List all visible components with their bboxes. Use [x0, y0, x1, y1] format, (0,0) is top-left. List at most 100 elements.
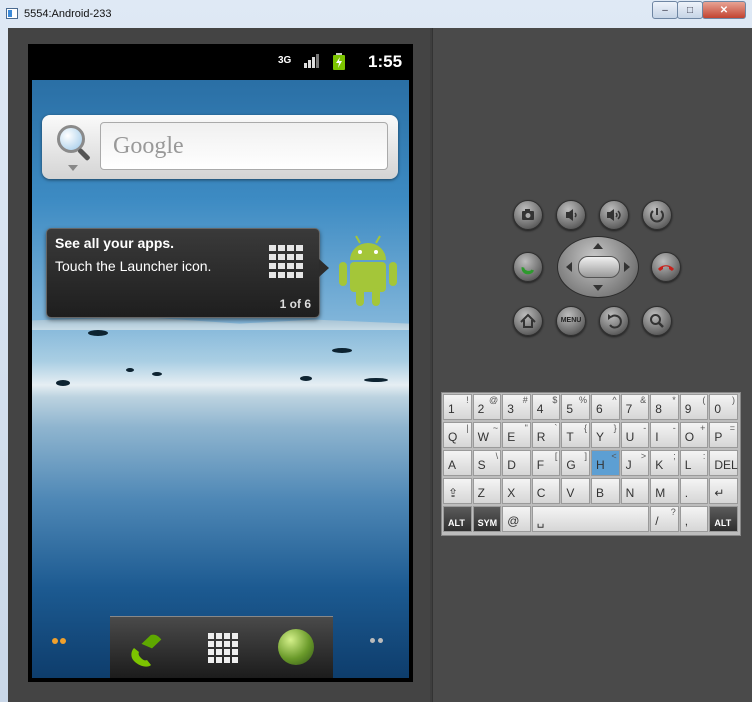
dpad-down-icon[interactable] [593, 285, 603, 291]
key-i[interactable]: I- [650, 422, 679, 448]
dpad[interactable] [557, 236, 639, 298]
search-icon[interactable] [57, 125, 91, 162]
rock [332, 348, 352, 353]
key-main-label: Z [477, 486, 485, 500]
key-k[interactable]: K; [650, 450, 679, 476]
key-u[interactable]: U- [620, 422, 650, 448]
key-main-label: 7 [625, 402, 633, 416]
key-j[interactable]: J > [620, 450, 650, 476]
key-a[interactable]: A [443, 450, 472, 476]
key-main-label: I [655, 430, 659, 444]
app-grid-icon [269, 245, 303, 279]
close-button[interactable]: ✕ [702, 1, 746, 19]
search-input[interactable] [101, 123, 387, 169]
chevron-down-icon[interactable] [68, 165, 78, 171]
back-button[interactable] [599, 306, 629, 336]
menu-button[interactable]: MENU [556, 306, 586, 336]
launcher-tip[interactable]: See all your apps. Touch the Launcher ic… [46, 228, 329, 318]
title-bar[interactable]: 5554:Android-233 – □ ✕ [0, 0, 752, 28]
alt-key[interactable]: ALT [443, 506, 472, 532]
enter-key[interactable]: ↵ [709, 478, 738, 504]
key-9[interactable]: 9( [679, 394, 709, 420]
dpad-center-button[interactable] [578, 256, 620, 278]
maximize-button[interactable]: □ [677, 1, 703, 19]
key-q[interactable]: Q | [443, 422, 472, 448]
dpad-up-icon[interactable] [593, 243, 603, 249]
key-c[interactable]: C [531, 478, 561, 504]
key-r[interactable]: R ` [531, 422, 561, 448]
key-shift-label: ? [670, 507, 676, 517]
key-2[interactable]: 2 @ [472, 394, 502, 420]
key-shift-label: @ [489, 395, 499, 405]
volume-up-button[interactable] [599, 200, 629, 230]
search-hw-button[interactable] [642, 306, 672, 336]
camera-icon [522, 209, 534, 220]
key-b[interactable]: B [591, 478, 620, 504]
space-key[interactable]: ␣ [531, 506, 650, 532]
browser-globe-icon[interactable] [278, 629, 314, 665]
home-icon [520, 313, 536, 328]
key-w[interactable]: W ~ [472, 422, 502, 448]
key-g[interactable]: G] [561, 450, 590, 476]
key-symbol[interactable]: @ [502, 506, 531, 532]
key-p[interactable]: P = [709, 422, 738, 448]
alt-key[interactable]: ALT [709, 506, 738, 532]
key-main-label: B [596, 486, 605, 500]
key-main-label: P [714, 430, 723, 444]
key-symbol[interactable]: , [679, 506, 709, 532]
key-v[interactable]: V [561, 478, 590, 504]
sym-key[interactable]: SYM [472, 506, 502, 532]
key-8[interactable]: 8 * [650, 394, 679, 420]
power-button[interactable] [642, 200, 672, 230]
dpad-left-icon[interactable] [566, 262, 572, 272]
key-shift-label: " [524, 423, 528, 433]
rock [152, 372, 162, 376]
end-call-button[interactable] [651, 252, 681, 282]
phone-icon[interactable] [128, 631, 164, 667]
key-1[interactable]: 1! [443, 394, 472, 420]
shift-key[interactable]: ⇪ [443, 478, 472, 504]
volume-down-button[interactable] [556, 200, 586, 230]
key-4[interactable]: 4 $ [531, 394, 561, 420]
key-s[interactable]: S \ [472, 450, 502, 476]
launcher-icon[interactable] [208, 633, 238, 663]
key-l[interactable]: L: [679, 450, 709, 476]
key-shift-label: ^ [612, 395, 617, 405]
dpad-right-icon[interactable] [624, 262, 630, 272]
key-main-label: 4 [536, 402, 544, 416]
key-5[interactable]: 5% [561, 394, 590, 420]
key-main-label: SYM [477, 518, 498, 528]
camera-button[interactable] [513, 200, 543, 230]
key-f[interactable]: F[ [531, 450, 561, 476]
key-t[interactable]: T{ [561, 422, 590, 448]
key-n[interactable]: N [620, 478, 650, 504]
minimize-button[interactable]: – [652, 1, 678, 19]
delete-key[interactable]: DEL [709, 450, 738, 476]
search-box[interactable] [100, 122, 388, 170]
key-e[interactable]: E " [502, 422, 531, 448]
key-symbol[interactable]: . [679, 478, 709, 504]
key-o[interactable]: O + [679, 422, 709, 448]
google-search-widget[interactable] [42, 115, 398, 179]
key-y[interactable]: Y} [591, 422, 620, 448]
signal-icon [304, 54, 319, 68]
key-m[interactable]: M [650, 478, 679, 504]
key-0[interactable]: 0) [709, 394, 738, 420]
key-x[interactable]: X [502, 478, 531, 504]
key-main-label: N [625, 486, 635, 500]
key-h[interactable]: H < [591, 450, 620, 476]
key-3[interactable]: 3 # [502, 394, 531, 420]
key-z[interactable]: Z [472, 478, 502, 504]
call-button[interactable] [513, 252, 543, 282]
key-7[interactable]: 7 & [620, 394, 650, 420]
key-main-label: S [477, 458, 486, 472]
key-symbol[interactable]: /? [650, 506, 679, 532]
key-6[interactable]: 6 ^ [591, 394, 620, 420]
key-d[interactable]: D [502, 450, 531, 476]
home-button[interactable] [513, 306, 543, 336]
key-shift-label: & [640, 395, 647, 405]
key-main-label: U [625, 430, 635, 444]
device-screen[interactable]: 3G 1:55 Google See all your apps. Touch … [28, 44, 413, 682]
key-main-label: ALT [448, 518, 465, 528]
key-main-label: 2 [477, 402, 485, 416]
